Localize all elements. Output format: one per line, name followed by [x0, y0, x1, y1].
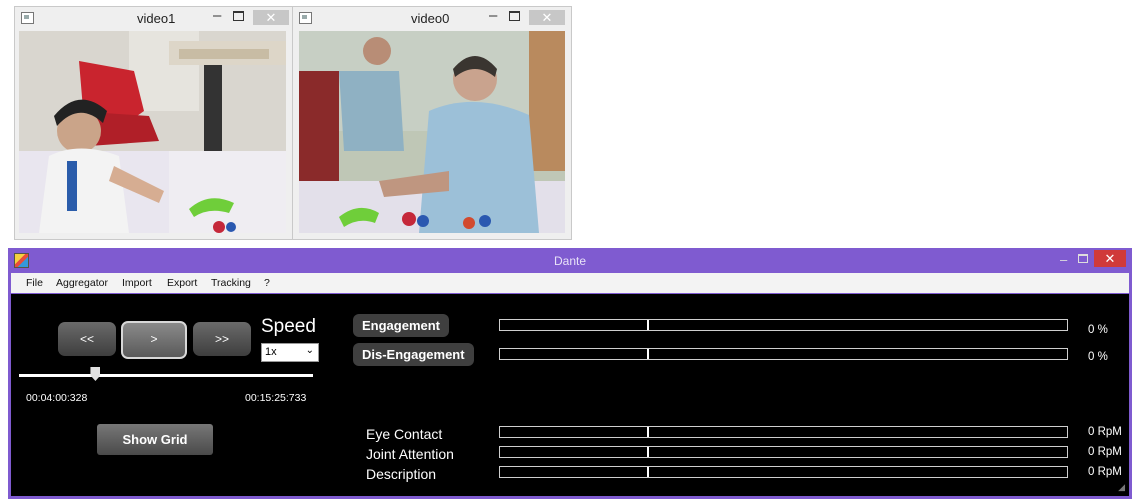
rewind-button[interactable]: <<	[58, 322, 116, 356]
joint-attention-value: 0 RpM	[1088, 446, 1122, 458]
description-label: Description	[366, 466, 437, 482]
close-icon[interactable]: ✕	[529, 10, 565, 25]
dante-titlebar[interactable]: Dante – ✕	[8, 248, 1132, 272]
therapist-video-image	[299, 31, 565, 233]
close-icon[interactable]: ✕	[1094, 250, 1126, 267]
description-value: 0 RpM	[1088, 466, 1122, 478]
video-frame-therapist	[299, 31, 567, 235]
video-window-0: video0 – ✕	[292, 6, 572, 240]
menu-tracking[interactable]: Tracking	[211, 277, 251, 289]
timeline-slider-thumb[interactable]	[90, 367, 101, 381]
window-icon	[21, 12, 34, 24]
speed-value: 1x	[265, 346, 277, 358]
chevron-down-icon: ⌄	[305, 345, 314, 356]
timeline-slider[interactable]	[19, 374, 313, 377]
dante-window: Dante – ✕ File Aggregator Import Export …	[8, 248, 1132, 499]
window-icon	[299, 12, 312, 24]
video-frame-child	[19, 31, 286, 235]
speed-select[interactable]: 1x ⌄	[261, 343, 319, 362]
forward-button[interactable]: >>	[193, 322, 251, 356]
main-panel: << > >> Speed 1x ⌄ 00:04:00:328 00:15:25…	[11, 294, 1129, 496]
total-time: 00:15:25:733	[245, 392, 307, 404]
app-title: Dante	[553, 254, 587, 268]
menu-file[interactable]: File	[26, 277, 43, 289]
eye-contact-label: Eye Contact	[366, 426, 443, 442]
maximize-icon[interactable]	[1078, 254, 1088, 263]
eye-contact-value: 0 RpM	[1088, 426, 1122, 438]
minimize-icon[interactable]: –	[1060, 252, 1067, 267]
minimize-icon[interactable]: –	[213, 7, 221, 24]
resize-grip-icon[interactable]: ◢	[1118, 482, 1125, 493]
close-icon[interactable]: ✕	[253, 10, 289, 25]
speed-label: Speed	[261, 316, 316, 337]
disengagement-bar	[499, 348, 1068, 360]
disengagement-label: Dis-Engagement	[353, 343, 474, 366]
video-window-title: video0	[411, 11, 450, 26]
play-button[interactable]: >	[121, 321, 187, 359]
menu-export[interactable]: Export	[167, 277, 197, 289]
current-time: 00:04:00:328	[26, 392, 88, 404]
engagement-value: 0 %	[1088, 324, 1108, 336]
menu-import[interactable]: Import	[122, 277, 152, 289]
disengagement-value: 0 %	[1088, 351, 1108, 363]
menu-help[interactable]: ?	[264, 277, 270, 289]
maximize-icon[interactable]	[233, 11, 244, 21]
menu-bar: File Aggregator Import Export Tracking ?	[11, 273, 1129, 293]
joint-attention-bar	[499, 446, 1068, 458]
eye-contact-bar	[499, 426, 1068, 438]
menu-aggregator[interactable]: Aggregator	[56, 277, 108, 289]
show-grid-button[interactable]: Show Grid	[97, 424, 213, 455]
video-window-titlebar[interactable]: video0 – ✕	[293, 7, 571, 29]
description-bar	[499, 466, 1068, 478]
maximize-icon[interactable]	[509, 11, 520, 21]
engagement-label: Engagement	[353, 314, 450, 337]
classroom-video-image	[19, 31, 286, 233]
minimize-icon[interactable]: –	[489, 7, 497, 24]
video-window-title: video1	[137, 11, 176, 26]
engagement-bar	[499, 319, 1068, 331]
joint-attention-label: Joint Attention	[366, 446, 454, 462]
